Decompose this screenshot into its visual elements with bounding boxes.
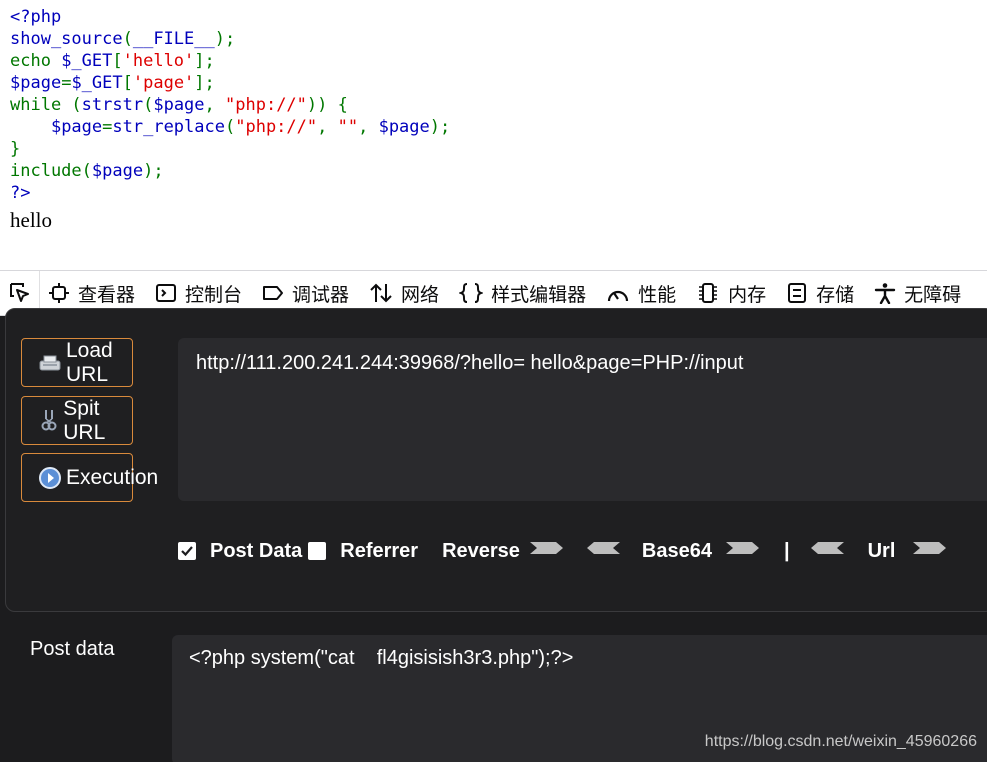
checkmark-icon: [181, 546, 193, 557]
code-token: ,: [358, 117, 379, 137]
inspector-icon: [48, 282, 78, 304]
code-token: ,: [317, 117, 338, 137]
code-token: str_replace: [112, 117, 225, 137]
code-token: $_GET: [61, 51, 113, 71]
code-token: ];: [194, 73, 215, 93]
post-data-section-label: Post data: [30, 638, 115, 660]
memory-icon: [696, 282, 728, 304]
code-token: 'page': [132, 73, 195, 93]
performance-icon: [606, 282, 638, 304]
post-data-checkbox[interactable]: [178, 542, 196, 560]
code-token: $page: [91, 161, 144, 181]
code-token: (: [71, 95, 82, 115]
separator: |: [783, 539, 790, 562]
code-token: $page: [50, 117, 103, 137]
code-token: );: [429, 117, 451, 137]
code-token: "php://": [225, 95, 307, 115]
code-token: );: [214, 29, 236, 49]
load-url-label: Load URL: [66, 338, 113, 386]
referrer-checkbox[interactable]: [308, 542, 327, 560]
php-source: <?php show_source(__FILE__); echo $_GET['h…: [10, 6, 970, 233]
execution-button[interactable]: Execution: [21, 453, 158, 502]
tab-label: 存储: [816, 283, 855, 306]
source-line: show_source(__FILE__);: [10, 28, 970, 50]
source-line: while (strstr($page, "php://")) {: [10, 94, 970, 116]
code-token: ?>: [10, 183, 31, 203]
base64-label: Base64: [641, 539, 712, 562]
code-token: ];: [194, 51, 215, 71]
source-code: <?php show_source(__FILE__); echo $_GET['h…: [10, 6, 970, 204]
play-icon: [38, 465, 62, 491]
code-token: =: [61, 73, 72, 93]
code-token: [: [122, 73, 133, 93]
source-line: $page=$_GET['page'];: [10, 72, 970, 94]
url-input[interactable]: http://111.200.241.244:39968/?hello= hel…: [178, 338, 987, 501]
code-token: 'hello': [122, 51, 195, 71]
code-token: $_GET: [71, 73, 123, 93]
accessibility-icon: [874, 282, 904, 304]
reverse-arrow-icon[interactable]: [529, 539, 564, 563]
url-encode-arrow-icon[interactable]: [913, 539, 947, 563]
code-token: "": [337, 117, 359, 137]
code-token: ,: [204, 95, 226, 115]
code-token: while: [10, 95, 72, 115]
url-decode-arrow-icon[interactable]: [810, 539, 844, 563]
tab-label: 查看器: [78, 283, 136, 306]
execution-label: Execution: [66, 465, 159, 489]
load-url-icon: [38, 350, 62, 376]
code-token: =: [102, 117, 113, 137]
source-line: ?>: [10, 182, 970, 204]
tab-label: 控制台: [185, 283, 243, 306]
source-line: include($page);: [10, 160, 970, 182]
tab-label: 网络: [401, 283, 440, 306]
code-token: include: [10, 161, 82, 181]
code-token: $page: [378, 117, 430, 137]
base64-decode-arrow-icon[interactable]: [586, 539, 620, 563]
code-token: $page: [153, 95, 205, 115]
code-token: [: [112, 51, 123, 71]
code-token: strstr: [81, 95, 144, 115]
tab-label: 内存: [728, 283, 767, 306]
source-line: $page=str_replace("php://", "", $page);: [10, 116, 970, 138]
tab-label: 性能: [638, 283, 677, 306]
split-url-button[interactable]: Spit URL: [21, 396, 133, 445]
source-line: }: [10, 138, 970, 160]
code-token: $page: [10, 73, 62, 93]
code-token: (: [122, 29, 133, 49]
split-url-label: Spit URL: [63, 396, 106, 444]
code-token: "php://": [235, 117, 318, 137]
code-token: }: [10, 139, 21, 159]
source-line: echo $_GET['hello'];: [10, 50, 970, 72]
echo-output: hello: [10, 208, 52, 232]
referrer-label[interactable]: Referrer: [340, 540, 418, 563]
tab-label: 样式编辑器: [491, 283, 587, 306]
tab-label: 调试器: [292, 283, 350, 306]
style-editor-icon: [459, 282, 491, 304]
code-token: )) {: [306, 95, 348, 115]
code-token: __FILE__: [132, 29, 215, 49]
code-token: show_source: [10, 29, 123, 49]
tab-label: 无障碍: [904, 283, 962, 306]
source-line: <?php: [10, 6, 970, 28]
watermark: https://blog.csdn.net/weixin_45960266: [704, 733, 977, 750]
element-picker-icon: [9, 283, 29, 302]
load-url-button[interactable]: Load URL: [21, 338, 133, 387]
split-url-icon: [38, 408, 59, 434]
hackbar-options: Post Data Referrer Reverse Base64 | Url: [178, 536, 957, 566]
storage-icon: [786, 282, 816, 304]
url-label: Url: [867, 539, 896, 562]
network-icon: [369, 282, 401, 304]
code-token: (: [81, 161, 92, 181]
code-token: (: [224, 117, 236, 137]
post-data-label[interactable]: Post Data: [210, 540, 302, 563]
code-token: );: [143, 161, 164, 181]
base64-encode-arrow-icon[interactable]: [725, 539, 760, 563]
reverse-label[interactable]: Reverse: [442, 540, 520, 563]
code-token: (: [143, 95, 154, 115]
debugger-icon: [262, 282, 292, 304]
code-token: <?php: [10, 7, 62, 27]
code-token: echo: [10, 51, 62, 71]
console-icon: [155, 282, 185, 304]
